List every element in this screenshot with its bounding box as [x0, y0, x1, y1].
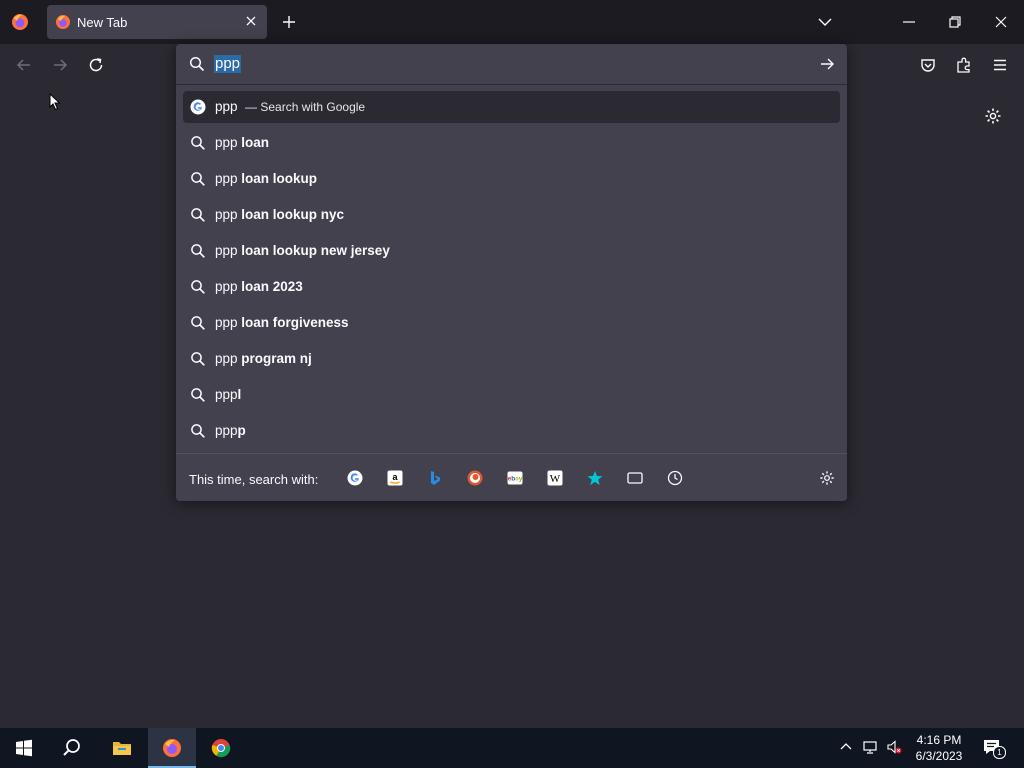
bing-engine-icon[interactable]: [427, 470, 443, 486]
firefox-menu-icon[interactable]: [10, 12, 30, 32]
suggestion-text: pppp: [215, 423, 246, 438]
action-center-button[interactable]: 1: [982, 737, 1006, 759]
windows-logo-icon: [16, 739, 32, 757]
taskbar-file-explorer[interactable]: [98, 728, 146, 768]
google-g-icon: [190, 99, 206, 115]
divider: [176, 453, 847, 454]
suggestion-item[interactable]: ppp loan forgiveness: [183, 307, 840, 339]
suggestion-text: ppp loan lookup new jersey: [215, 243, 390, 258]
svg-text:W: W: [550, 473, 561, 485]
bookmarks-star-icon[interactable]: [587, 470, 603, 486]
search-icon: [191, 208, 205, 222]
suggestion-search-with-google[interactable]: ppp — Search with Google: [183, 91, 840, 123]
network-icon[interactable]: [862, 739, 878, 755]
mouse-pointer-icon: [49, 93, 61, 111]
suggestion-text: pppl: [215, 387, 242, 402]
search-icon: [191, 316, 205, 330]
search-with-label: This time, search with:: [189, 472, 319, 487]
back-arrow-icon[interactable]: [15, 56, 33, 74]
search-icon: [191, 244, 205, 258]
history-clock-icon[interactable]: [667, 470, 683, 486]
firefox-favicon-icon: [56, 15, 70, 29]
extensions-puzzle-icon[interactable]: [955, 56, 973, 74]
show-hidden-icons-chevron-icon[interactable]: [838, 739, 854, 755]
taskbar-search-button[interactable]: [48, 728, 96, 768]
taskbar-chrome[interactable]: [197, 728, 245, 768]
svg-text:ebay: ebay: [508, 476, 523, 483]
minimize-icon[interactable]: [901, 14, 917, 30]
suggestion-item[interactable]: ppp loan 2023: [183, 271, 840, 303]
suggestion-item[interactable]: ppp loan lookup: [183, 163, 840, 195]
suggestion-item[interactable]: ppp loan lookup new jersey: [183, 235, 840, 267]
reload-icon[interactable]: [87, 56, 105, 74]
tab-new-tab[interactable]: New Tab: [47, 5, 267, 39]
suggestion-text: ppp loan lookup: [215, 171, 318, 186]
clock-time: 4:16 PM: [916, 733, 962, 747]
suggestion-text: ppp loan 2023: [215, 279, 303, 294]
address-bar-dropdown: ppp ppp — Search with Google ppp loan pp…: [176, 44, 847, 501]
search-icon: [191, 424, 205, 438]
chrome-icon: [211, 739, 231, 758]
notification-count: 1: [993, 746, 1006, 759]
volume-muted-icon[interactable]: [886, 739, 902, 755]
new-tab-settings-gear-icon[interactable]: [984, 107, 1002, 125]
google-engine-icon[interactable]: [347, 470, 363, 486]
search-icon: [189, 56, 205, 72]
close-tab-icon[interactable]: [243, 13, 259, 29]
tab-title: New Tab: [77, 15, 128, 30]
search-icon: [191, 280, 205, 294]
suggestion-text: ppp loan: [215, 135, 270, 150]
suggestion-text: ppp loan lookup nyc: [215, 207, 345, 222]
restore-icon[interactable]: [947, 14, 963, 30]
suggestion-text: ppp loan forgiveness: [215, 315, 349, 330]
divider: [176, 84, 847, 85]
forward-arrow-icon[interactable]: [51, 56, 69, 74]
search-icon: [191, 352, 205, 366]
search-icon: [63, 739, 80, 756]
taskbar-clock[interactable]: 4:16 PM 6/3/2023: [908, 732, 970, 764]
new-tab-plus-icon[interactable]: [281, 14, 297, 30]
folder-icon: [113, 742, 131, 755]
pocket-icon[interactable]: [919, 56, 937, 74]
suggestion-item[interactable]: pppl: [183, 379, 840, 411]
search-icon: [191, 388, 205, 402]
search-icon: [191, 172, 205, 186]
suggestion-item[interactable]: ppp loan lookup nyc: [183, 199, 840, 231]
search-icon: [191, 136, 205, 150]
start-button[interactable]: [0, 728, 48, 768]
duckduckgo-engine-icon[interactable]: [467, 470, 483, 486]
firefox-icon: [163, 739, 181, 757]
suggestion-item[interactable]: ppp program nj: [183, 343, 840, 375]
search-settings-gear-icon[interactable]: [819, 470, 835, 486]
hamburger-menu-icon[interactable]: [991, 56, 1009, 74]
suggestion-item[interactable]: ppp loan: [183, 127, 840, 159]
clock-date: 6/3/2023: [915, 749, 963, 763]
close-window-icon[interactable]: [993, 14, 1009, 30]
wikipedia-engine-icon[interactable]: W: [547, 470, 563, 486]
list-all-tabs-chevron-icon[interactable]: [817, 14, 833, 30]
taskbar-firefox[interactable]: [148, 728, 196, 768]
go-arrow-icon[interactable]: [819, 56, 835, 72]
suggestion-item[interactable]: pppp: [183, 415, 840, 447]
ebay-engine-icon[interactable]: ebay: [507, 470, 523, 486]
tabs-icon[interactable]: [627, 470, 643, 486]
amazon-engine-icon[interactable]: a: [387, 470, 403, 486]
address-bar-query[interactable]: ppp: [214, 55, 242, 73]
suggestion-text: ppp program nj: [215, 351, 312, 366]
address-bar-input[interactable]: ppp: [176, 44, 847, 84]
title-bar: New Tab: [0, 0, 1024, 44]
suggestion-text: ppp — Search with Google: [215, 99, 366, 114]
